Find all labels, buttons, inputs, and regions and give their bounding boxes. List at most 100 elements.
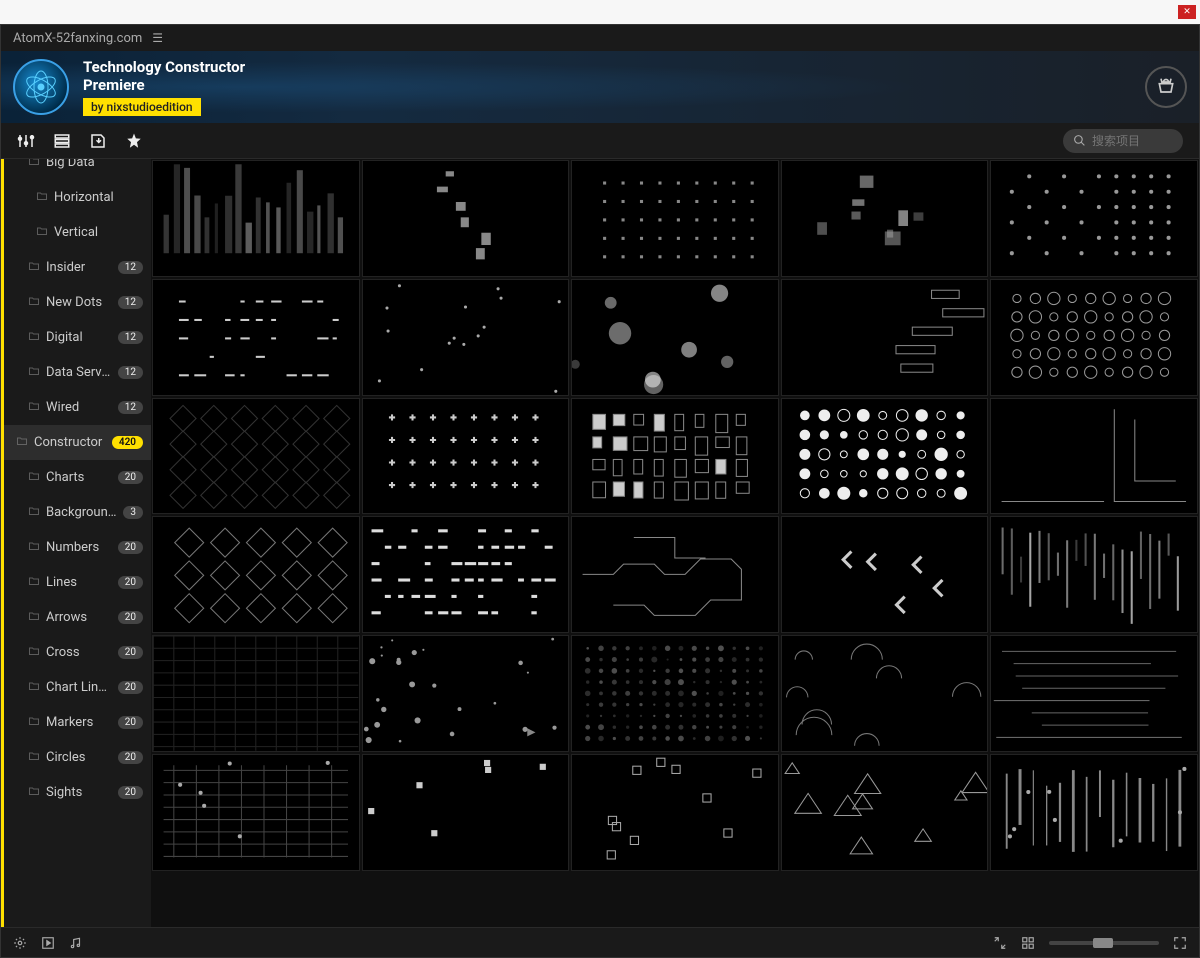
sidebar-item-big-data[interactable]: Big Data bbox=[4, 159, 151, 180]
menu-icon[interactable]: ☰ bbox=[152, 31, 163, 45]
thumbnail-dot-matrix[interactable] bbox=[571, 635, 779, 752]
thumbnail-dash-rows[interactable] bbox=[362, 516, 570, 633]
sidebar-item-label: Charts bbox=[46, 470, 112, 485]
count-badge: 12 bbox=[118, 366, 143, 379]
folder-icon bbox=[28, 330, 40, 345]
thumbnail-dash-lines[interactable] bbox=[152, 279, 360, 396]
folder-icon bbox=[28, 159, 40, 170]
sidebar-item-chart-lines[interactable]: Chart Lines20 bbox=[4, 670, 151, 705]
address-text: AtomX-52fanxing.com bbox=[13, 31, 142, 46]
thumbnail-diamonds[interactable] bbox=[152, 516, 360, 633]
sidebar-item-label: Cross bbox=[46, 645, 112, 660]
sidebar-item-lines[interactable]: Lines20 bbox=[4, 565, 151, 600]
sidebar-item-label: Backgrounds bbox=[46, 505, 117, 520]
footer-bar bbox=[1, 927, 1199, 957]
count-badge: 12 bbox=[118, 261, 143, 274]
folder-icon bbox=[28, 715, 40, 730]
thumbnail-hlines[interactable] bbox=[990, 635, 1198, 752]
import-icon[interactable] bbox=[89, 132, 107, 150]
thumbnail-glitch-bars[interactable] bbox=[362, 160, 570, 277]
thumbnail-bokeh[interactable] bbox=[571, 279, 779, 396]
sidebar-item-data-server[interactable]: Data Server12 bbox=[4, 355, 151, 390]
folder-icon bbox=[36, 225, 48, 240]
sidebar-item-constructor[interactable]: Constructor 420 bbox=[4, 425, 151, 460]
thumbnail-circle-fill[interactable] bbox=[781, 398, 989, 515]
thumbnail-plus-marks[interactable] bbox=[362, 398, 570, 515]
thumbnail-sparse-squares[interactable] bbox=[362, 754, 570, 871]
folder-icon bbox=[28, 750, 40, 765]
thumbnail-grid-area bbox=[151, 159, 1199, 927]
favorite-icon[interactable] bbox=[125, 132, 143, 150]
sidebar-item-label: Insider bbox=[46, 260, 112, 275]
folder-icon bbox=[28, 400, 40, 415]
grid-icon[interactable] bbox=[1021, 936, 1035, 950]
thumbnail-vlines-dots[interactable] bbox=[990, 754, 1198, 871]
sidebar-item-label: Digital bbox=[46, 330, 112, 345]
audio-icon[interactable] bbox=[69, 936, 83, 950]
thumbnail-sparse-dots[interactable] bbox=[362, 279, 570, 396]
sidebar-item-charts[interactable]: Charts20 bbox=[4, 460, 151, 495]
settings-icon[interactable] bbox=[13, 936, 27, 950]
sidebar-item-new-dots[interactable]: New Dots 12 bbox=[4, 285, 151, 320]
count-badge: 20 bbox=[118, 646, 143, 659]
sidebar-item-insider[interactable]: Insider 12 bbox=[4, 250, 151, 285]
sidebar-item-vertical[interactable]: Vertical bbox=[4, 215, 151, 250]
folder-icon bbox=[28, 470, 40, 485]
search-box[interactable] bbox=[1063, 129, 1183, 153]
sidebar-item-circles[interactable]: Circles20 bbox=[4, 740, 151, 775]
sidebar-item-label: Lines bbox=[46, 575, 112, 590]
thumbnail-diamonds-dark[interactable] bbox=[152, 398, 360, 515]
thumbnail-square-glow[interactable] bbox=[781, 160, 989, 277]
folder-icon bbox=[28, 505, 40, 520]
sidebar-item-sights[interactable]: Sights20 bbox=[4, 775, 151, 810]
sidebar-item-markers[interactable]: Markers20 bbox=[4, 705, 151, 740]
thumbnail-dot-cluster[interactable] bbox=[990, 160, 1198, 277]
sidebar-item-label: New Dots bbox=[46, 295, 112, 310]
list-view-icon[interactable] bbox=[53, 132, 71, 150]
sidebar-item-label: Sights bbox=[46, 785, 112, 800]
thumbnail-grid-faint[interactable] bbox=[152, 635, 360, 752]
author-badge[interactable]: by nixstudioedition bbox=[83, 98, 201, 116]
sidebar-item-numbers[interactable]: Numbers20 bbox=[4, 530, 151, 565]
thumbnail-vglitch[interactable] bbox=[990, 516, 1198, 633]
sidebar-item-digital[interactable]: Digital12 bbox=[4, 320, 151, 355]
sidebar-item-backgrounds[interactable]: Backgrounds3 bbox=[4, 495, 151, 530]
search-icon bbox=[1073, 134, 1086, 147]
sliders-icon[interactable] bbox=[17, 132, 35, 150]
sidebar-item-horizontal[interactable]: Horizontal bbox=[4, 180, 151, 215]
count-badge: 420 bbox=[112, 436, 143, 449]
thumbnail-chevrons[interactable] bbox=[781, 516, 989, 633]
thumbnail-arcs[interactable] bbox=[781, 635, 989, 752]
sidebar-item-label: Horizontal bbox=[54, 190, 143, 205]
toolbar bbox=[1, 123, 1199, 159]
window-close-button[interactable]: ✕ bbox=[1178, 5, 1196, 19]
thumbnail-squares-outline[interactable] bbox=[571, 754, 779, 871]
thumbnail-rect-rows[interactable] bbox=[571, 398, 779, 515]
app-logo bbox=[13, 59, 69, 115]
folder-icon bbox=[28, 680, 40, 695]
expand-icon[interactable] bbox=[1173, 936, 1187, 950]
collapse-icon[interactable] bbox=[993, 936, 1007, 950]
thumbnail-wire-boxes[interactable] bbox=[781, 279, 989, 396]
thumbnail-circuit[interactable] bbox=[571, 516, 779, 633]
thumbnail-circle-outline[interactable] bbox=[990, 279, 1198, 396]
count-badge: 20 bbox=[118, 716, 143, 729]
sidebar-item-wired[interactable]: Wired12 bbox=[4, 390, 151, 425]
thumbnail-corner-lines[interactable] bbox=[990, 398, 1198, 515]
thumbnail-triangles[interactable] bbox=[781, 754, 989, 871]
thumbnail-grid-lines[interactable] bbox=[152, 754, 360, 871]
thumbnail-dot-grid[interactable] bbox=[571, 160, 779, 277]
thumbnail-rand-dots[interactable] bbox=[362, 635, 570, 752]
address-bar: AtomX-52fanxing.com ☰ bbox=[1, 25, 1199, 51]
thumbnail-vbars[interactable] bbox=[152, 160, 360, 277]
search-input[interactable] bbox=[1092, 134, 1172, 148]
folder-icon bbox=[36, 190, 48, 205]
zoom-slider[interactable] bbox=[1049, 941, 1159, 945]
count-badge: 12 bbox=[118, 296, 143, 309]
sidebar-item-arrows[interactable]: Arrows20 bbox=[4, 600, 151, 635]
sidebar-item-cross[interactable]: Cross 20 bbox=[4, 635, 151, 670]
play-icon[interactable] bbox=[41, 936, 55, 950]
sidebar-item-label: Constructor bbox=[34, 435, 106, 450]
sidebar-item-label: Big Data bbox=[46, 159, 143, 170]
cart-button[interactable] bbox=[1145, 66, 1187, 108]
